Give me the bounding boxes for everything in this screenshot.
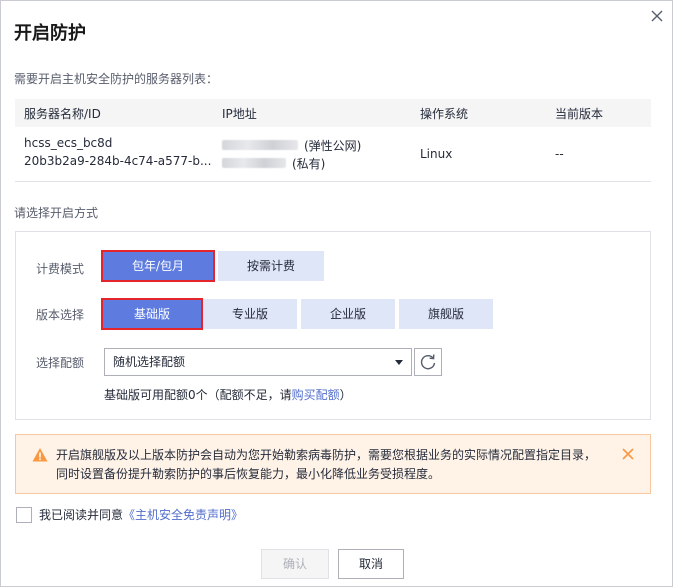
notice-line-2: 同时设置备份提升勒索防护的事后恢复能力，最小化降低业务受损程度。: [56, 467, 441, 481]
server-id: 20b3b2a9-284b-4c74-a577-b...: [24, 154, 212, 168]
edition-option-basic[interactable]: 基础版: [101, 298, 203, 330]
notice-text: 开启旗舰版及以上版本防护会自动为您开始勒索病毒防护，需要您根据业务的实际情况配置…: [56, 446, 596, 484]
notice-line-1: 开启旗舰版及以上版本防护会自动为您开始勒索病毒防护，需要您根据业务的实际情况配置…: [56, 448, 597, 462]
table-header: 服务器名称/ID IP地址 操作系统 当前版本: [15, 99, 651, 127]
confirm-button[interactable]: 确认: [261, 549, 329, 579]
close-icon[interactable]: [649, 8, 665, 24]
quota-note-suffix: ）: [339, 388, 352, 402]
column-header-os: 操作系统: [411, 99, 546, 127]
ransomware-notice: 开启旗舰版及以上版本防护会自动为您开始勒索病毒防护，需要您根据业务的实际情况配置…: [15, 434, 651, 494]
mode-section-label: 请选择开启方式: [14, 206, 99, 220]
billing-mode-label: 计费模式: [36, 262, 85, 276]
disclaimer-link[interactable]: 《主机安全免责声明》: [123, 508, 243, 522]
ip-private-tag: (私有): [292, 156, 326, 171]
edition-option-professional[interactable]: 专业版: [203, 299, 297, 329]
protection-mode-panel: 计费模式 包年/包月 按需计费 版本选择 基础版 专业版 企业版 旗舰版 选择配…: [15, 231, 651, 420]
server-list-label: 需要开启主机安全防护的服务器列表：: [14, 72, 219, 86]
agreement-checkbox[interactable]: [16, 507, 32, 523]
edition-label: 版本选择: [36, 308, 85, 322]
buy-quota-link[interactable]: 购买配额: [292, 388, 340, 402]
billing-option-yearly-monthly[interactable]: 包年/包月: [101, 250, 215, 282]
table-row: hcss_ecs_bc8d 20b3b2a9-284b-4c74-a577-b.…: [15, 127, 651, 182]
edition-option-enterprise[interactable]: 企业版: [301, 299, 395, 329]
quota-note: 基础版可用配额0个（配额不足，请购买配额）: [104, 386, 352, 403]
quota-note-text: 基础版可用配额0个（配额不足，请: [104, 388, 292, 402]
agreement-label: 我已阅读并同意《主机安全免责声明》: [39, 506, 243, 523]
quota-label: 选择配额: [36, 356, 85, 370]
warning-icon: [32, 447, 48, 463]
ip-public-tag: (弹性公网): [304, 138, 362, 153]
redacted-private-ip: [222, 158, 286, 168]
quota-select-value: 随机选择配额: [113, 355, 186, 369]
refresh-icon[interactable]: [414, 348, 442, 376]
column-header-version: 当前版本: [546, 99, 651, 127]
server-os: Linux: [411, 127, 546, 182]
quota-select[interactable]: 随机选择配额: [104, 348, 412, 376]
server-name: hcss_ecs_bc8d: [24, 136, 113, 150]
notice-close-icon[interactable]: [621, 447, 635, 461]
edition-option-flagship[interactable]: 旗舰版: [399, 299, 493, 329]
server-version: --: [546, 127, 651, 182]
cancel-button[interactable]: 取消: [338, 549, 404, 579]
dialog-title: 开启防护: [14, 23, 86, 44]
server-table: 服务器名称/ID IP地址 操作系统 当前版本 hcss_ecs_bc8d 20…: [15, 99, 651, 182]
enable-protection-dialog: 开启防护 需要开启主机安全防护的服务器列表： 服务器名称/ID IP地址 操作系…: [0, 0, 673, 587]
column-header-ip: IP地址: [213, 99, 411, 127]
dropdown-caret-icon: [395, 360, 403, 365]
agreement-text: 我已阅读并同意: [39, 508, 124, 522]
column-header-name: 服务器名称/ID: [15, 99, 213, 127]
redacted-public-ip: [222, 140, 298, 150]
billing-option-on-demand[interactable]: 按需计费: [218, 251, 324, 281]
